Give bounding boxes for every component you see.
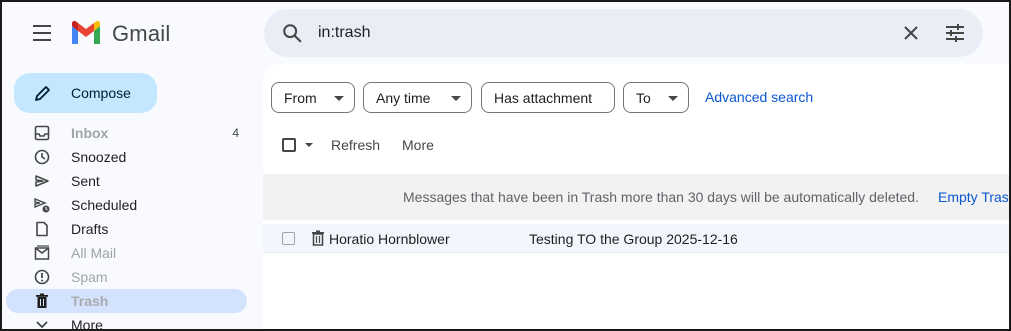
gmail-window: Gmail Compose Inbox	[0, 0, 1011, 331]
caret-down-icon	[334, 96, 344, 101]
to-filter-chip[interactable]: To	[623, 82, 689, 113]
trash-icon	[312, 230, 324, 246]
sidebar-item-spam[interactable]: Spam	[6, 265, 247, 289]
send-icon	[35, 175, 49, 187]
main-panel: From Any time Has attachment To Advanced…	[263, 64, 1009, 329]
trash-notice-text: Messages that have been in Trash more th…	[403, 189, 919, 205]
sidebar-item-label: Sent	[71, 173, 100, 189]
any-time-filter-chip[interactable]: Any time	[363, 82, 472, 113]
gmail-logo[interactable]	[70, 20, 102, 46]
sidebar-item-label: Trash	[71, 293, 109, 309]
sidebar-item-inbox[interactable]: Inbox 4	[6, 121, 247, 145]
sidebar-item-sent[interactable]: Sent	[6, 169, 247, 193]
sidebar-item-drafts[interactable]: Drafts	[6, 217, 247, 241]
chip-label: From	[284, 89, 317, 106]
inbox-count: 4	[232, 126, 239, 140]
compose-button[interactable]: Compose	[14, 73, 157, 113]
pencil-icon	[35, 86, 50, 101]
search-icon[interactable]	[281, 22, 303, 44]
all-mail-icon	[34, 245, 50, 260]
compose-label: Compose	[71, 85, 131, 101]
select-options-icon[interactable]	[305, 143, 313, 147]
sidebar-item-all-mail[interactable]: All Mail	[6, 241, 247, 265]
draft-icon	[36, 221, 48, 237]
chevron-down-icon	[36, 321, 48, 329]
chip-label: Any time	[376, 89, 431, 106]
advanced-search-link[interactable]: Advanced search	[705, 89, 813, 105]
chip-label: Has attachment	[494, 89, 593, 106]
sidebar-item-label: Drafts	[71, 221, 109, 237]
message-sender: Horatio Hornblower	[329, 231, 450, 247]
sidebar-item-more[interactable]: More	[6, 313, 247, 331]
from-filter-chip[interactable]: From	[271, 82, 355, 113]
select-all-checkbox[interactable]	[282, 138, 296, 152]
search-bar	[264, 9, 983, 57]
sidebar-item-trash[interactable]: Trash	[6, 289, 247, 313]
sidebar-item-label: All Mail	[71, 245, 117, 261]
caret-down-icon	[451, 96, 461, 101]
inbox-icon	[34, 125, 50, 141]
app-name: Gmail	[112, 21, 171, 46]
sidebar-item-label: Scheduled	[71, 197, 138, 213]
sidebar-item-label: Spam	[71, 269, 108, 285]
trash-notice-bar: Messages that have been in Trash more th…	[263, 174, 1009, 220]
sidebar-item-snoozed[interactable]: Snoozed	[6, 145, 247, 169]
main-menu-icon[interactable]	[26, 22, 60, 44]
has-attachment-filter-chip[interactable]: Has attachment	[481, 82, 615, 113]
spam-icon	[34, 269, 50, 285]
chip-label: To	[636, 89, 651, 106]
sidebar-item-label: Inbox	[71, 125, 109, 141]
clock-icon	[34, 149, 50, 165]
message-subject: Testing TO the Group 2025-12-16	[529, 231, 738, 247]
clear-search-icon[interactable]	[901, 23, 921, 43]
search-input[interactable]	[318, 21, 878, 45]
sidebar-item-label: Snoozed	[71, 149, 127, 165]
sidebar-item-scheduled[interactable]: Scheduled	[6, 193, 247, 217]
trash-icon	[36, 293, 48, 308]
row-checkbox[interactable]	[282, 232, 295, 245]
schedule-send-icon	[34, 197, 50, 213]
refresh-button[interactable]: Refresh	[331, 137, 380, 153]
caret-down-icon	[668, 96, 678, 101]
table-row[interactable]: Horatio Hornblower Testing TO the Group …	[263, 224, 1009, 253]
sidebar-item-label: More	[71, 317, 103, 331]
more-button[interactable]: More	[402, 137, 434, 153]
empty-trash-link[interactable]: Empty Trash now	[938, 189, 1009, 205]
search-options-icon[interactable]	[944, 22, 966, 44]
